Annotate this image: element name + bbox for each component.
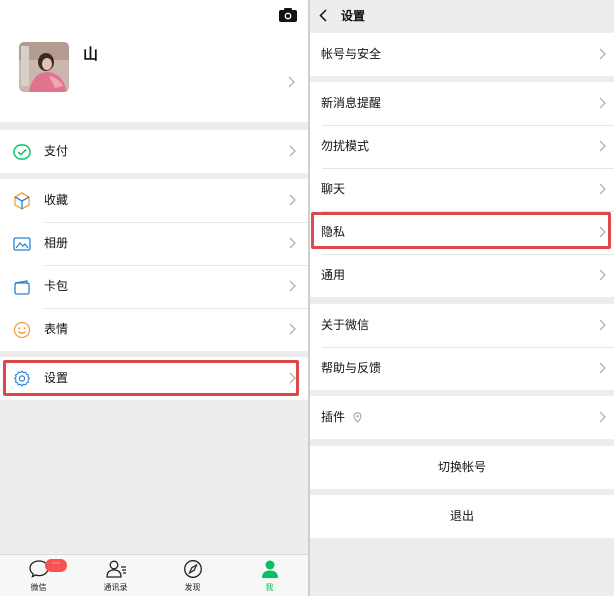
chevron-right-icon (599, 411, 606, 423)
settings-item-notifications[interactable]: 新消息提醒 (310, 82, 614, 125)
profile-card[interactable]: 山 (0, 0, 308, 122)
settings-item-label: 插件 (321, 410, 346, 424)
menu-item-card-wallet[interactable]: 卡包 (0, 265, 308, 308)
settings-item-help-feedback[interactable]: 帮助与反馈 (310, 347, 614, 390)
profile-name: 山 (83, 45, 99, 63)
camera-icon[interactable] (279, 8, 297, 22)
switch-account-group: 切换帐号 (310, 446, 614, 489)
contacts-icon (105, 560, 126, 578)
settings-group-account: 帐号与安全 (310, 33, 614, 76)
switch-account-button[interactable]: 切换帐号 (310, 446, 614, 489)
discover-icon (183, 560, 202, 578)
chevron-right-icon (599, 97, 606, 109)
tab-contacts[interactable]: 通讯录 (77, 555, 154, 596)
chevron-right-icon (289, 280, 296, 292)
page-title: 设置 (341, 9, 366, 23)
settings-item-label: 通用 (321, 268, 346, 282)
menu-item-label: 卡包 (44, 279, 69, 293)
avatar[interactable] (19, 42, 69, 92)
chevron-right-icon (599, 269, 606, 281)
chevron-right-icon (288, 76, 295, 88)
screenshot-root: 山 支付 收藏 相册 卡包 表情 设置 ··· 微信 通讯录 发现 我 设置 帐… (0, 0, 614, 596)
settings-item-chat[interactable]: 聊天 (310, 168, 614, 211)
tab-chats[interactable]: ··· 微信 (0, 555, 77, 596)
menu-item-pay[interactable]: 支付 (0, 130, 308, 173)
settings-item-account-security[interactable]: 帐号与安全 (310, 33, 614, 76)
menu-item-favorites[interactable]: 收藏 (0, 179, 308, 222)
menu-group-pay: 支付 (0, 130, 308, 173)
pay-icon (13, 144, 31, 160)
me-icon (261, 560, 278, 578)
album-icon (13, 237, 31, 251)
tab-label: 微信 (30, 583, 47, 592)
tab-label: 我 (265, 583, 274, 592)
settings-item-label: 帮助与反馈 (321, 361, 382, 375)
settings-item-about[interactable]: 关于微信 (310, 304, 614, 347)
chevron-right-icon (599, 362, 606, 374)
unread-badge: ··· (45, 559, 67, 572)
chevron-right-icon (599, 48, 606, 60)
chevron-right-icon (599, 183, 606, 195)
chevron-right-icon (599, 319, 606, 331)
settings-group-about: 关于微信 帮助与反馈 (310, 304, 614, 390)
menu-item-album[interactable]: 相册 (0, 222, 308, 265)
tab-label: 通讯录 (103, 583, 128, 592)
settings-item-plugins[interactable]: 插件 (310, 396, 614, 439)
settings-group-plugins: 插件 (310, 396, 614, 439)
card-wallet-icon (14, 280, 30, 295)
tab-me[interactable]: 我 (231, 555, 308, 596)
back-arrow-icon[interactable] (319, 9, 327, 22)
privacy-highlight-box (311, 212, 611, 249)
me-page: 山 支付 收藏 相册 卡包 表情 设置 ··· 微信 通讯录 发现 我 (0, 0, 308, 596)
chevron-right-icon (289, 237, 296, 249)
logout-group: 退出 (310, 495, 614, 538)
settings-item-label: 聊天 (321, 182, 346, 196)
settings-item-label: 帐号与安全 (321, 47, 382, 61)
settings-item-do-not-disturb[interactable]: 勿扰模式 (310, 125, 614, 168)
sticker-icon (13, 321, 31, 339)
menu-item-label: 收藏 (44, 193, 69, 207)
tab-label: 发现 (184, 583, 201, 592)
chevron-right-icon (289, 323, 296, 335)
menu-item-label: 支付 (44, 144, 69, 158)
avatar-image (19, 42, 69, 92)
settings-item-general[interactable]: 通用 (310, 254, 614, 297)
settings-item-label: 新消息提醒 (321, 96, 382, 110)
location-pin-icon (353, 412, 362, 423)
menu-item-sticker[interactable]: 表情 (0, 308, 308, 351)
favorites-icon (14, 192, 30, 210)
menu-item-label: 相册 (44, 236, 69, 250)
nav-bar: 设置 (310, 0, 614, 33)
chevron-right-icon (289, 145, 296, 157)
menu-group-collections: 收藏 相册 卡包 表情 (0, 179, 308, 351)
logout-button[interactable]: 退出 (310, 495, 614, 538)
chevron-right-icon (599, 140, 606, 152)
menu-item-label: 表情 (44, 322, 69, 336)
settings-item-label: 勿扰模式 (321, 139, 370, 153)
chevron-right-icon (289, 194, 296, 206)
settings-page: 设置 帐号与安全 新消息提醒 勿扰模式 聊天 隐私 通用 关于微信 帮助与反馈 … (310, 0, 614, 596)
settings-highlight-box (3, 360, 299, 396)
tab-discover[interactable]: 发现 (154, 555, 231, 596)
settings-item-label: 关于微信 (321, 318, 370, 332)
bottom-tab-bar: ··· 微信 通讯录 发现 我 (0, 554, 308, 596)
settings-group-general: 新消息提醒 勿扰模式 聊天 隐私 通用 (310, 82, 614, 297)
